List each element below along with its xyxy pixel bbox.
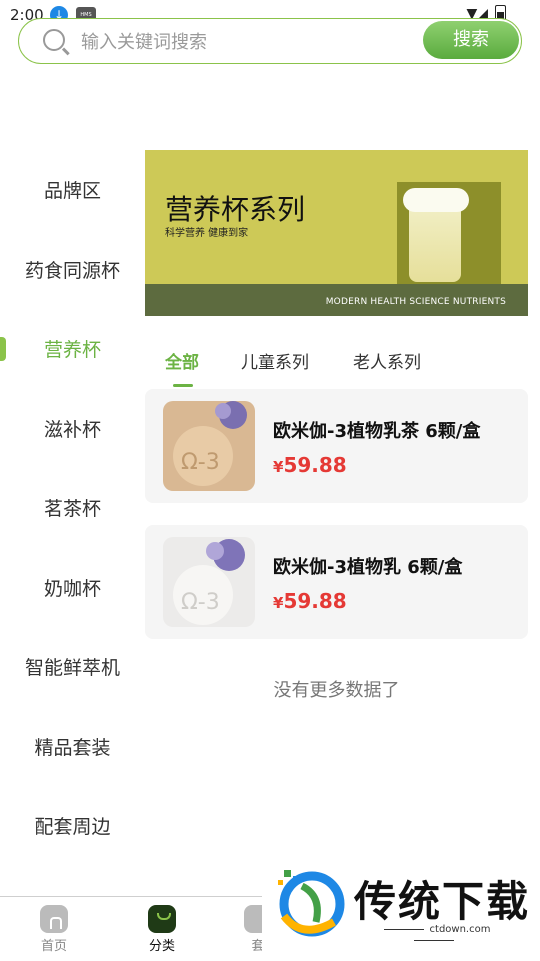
sidebar-item-tea-cup[interactable]: 茗茶杯 [0,468,145,548]
sidebar-item-smart-machine[interactable]: 智能鲜萃机 [0,627,145,707]
sidebar-item-gift-set[interactable]: 精品套装 [0,707,145,787]
omega3-image: Ω-3 [163,537,255,627]
glass-foam [403,188,469,212]
active-indicator [0,337,6,361]
banner-subtitle: 科学营养 健康到家 [165,228,249,239]
series-tabs: 全部 儿童系列 老人系列 [145,336,528,388]
product-name: 欧米伽-3植物乳茶 6颗/盒 [273,421,481,442]
sidebar-item-label: 精品套装 [34,736,111,759]
search-input[interactable] [79,27,423,57]
sidebar-item-label: 品牌区 [43,180,101,203]
sidebar-item-herbal-cup[interactable]: 药食同源杯 [0,230,145,310]
watermark: 传统下载 ctdown.com [262,858,540,960]
search-button[interactable]: 搜索 [423,21,519,59]
sidebar-item-label: 营养杯 [43,339,101,362]
milk-tea-glass-image [397,182,501,284]
sidebar-item-tonic-cup[interactable]: 滋补杯 [0,389,145,469]
watermark-logo [278,870,345,937]
watermark-text: 传统下载 [354,877,531,926]
category-banner[interactable]: 营养杯系列 科学营养 健康到家 MODERN HEALTH SCIENCE NU… [145,150,528,316]
product-image-text: Ω-3 [181,450,220,475]
sidebar-item-label: 智能鲜萃机 [24,657,120,680]
product-price: ¥59.88 [273,589,347,613]
tab-elderly[interactable]: 老人系列 [353,348,421,373]
home-icon [40,905,68,933]
tab-all[interactable]: 全部 [165,348,199,373]
banner-strip: MODERN HEALTH SCIENCE NUTRIENTS [145,284,528,316]
sidebar-item-nutrition-cup[interactable]: 营养杯 [0,309,145,389]
product-name: 欧米伽-3植物乳 6颗/盒 [273,557,463,578]
omega3-image: Ω-3 [163,401,255,491]
search-bar: 搜索 [18,18,522,64]
sidebar-item-label: 滋补杯 [43,418,101,441]
nav-home[interactable]: 首页 [24,905,84,954]
product-card[interactable]: Ω-3 欧米伽-3植物乳茶 6颗/盒 ¥59.88 [145,389,528,503]
banner-title: 营养杯系列 [165,193,306,226]
nav-label: 首页 [40,939,67,954]
glass-body [409,200,461,282]
search-icon [43,29,65,51]
sidebar-item-accessories[interactable]: 配套周边 [0,786,145,866]
sidebar-item-label: 茗茶杯 [43,498,101,521]
tab-children[interactable]: 儿童系列 [241,348,309,373]
product-price: ¥59.88 [273,453,347,477]
sidebar-item-brand[interactable]: 品牌区 [0,150,145,230]
list-end-text: 没有更多数据了 [273,680,400,701]
category-sidebar: 品牌区 药食同源杯 营养杯 滋补杯 茗茶杯 奶咖杯 智能鲜萃机 精品套装 配套周… [0,150,145,866]
product-card[interactable]: Ω-3 欧米伽-3植物乳 6颗/盒 ¥59.88 [145,525,528,639]
sidebar-item-label: 配套周边 [34,816,111,839]
tab-underline [173,384,193,387]
product-image: Ω-3 [163,401,255,491]
nav-category[interactable]: 分类 [132,905,192,954]
sidebar-item-label: 药食同源杯 [24,259,120,282]
banner-strip-text: MODERN HEALTH SCIENCE NUTRIENTS [325,297,506,307]
product-image-text: Ω-3 [181,590,220,615]
sidebar-item-milk-coffee-cup[interactable]: 奶咖杯 [0,548,145,628]
sidebar-item-label: 奶咖杯 [43,577,101,600]
category-icon [148,905,176,933]
product-image: Ω-3 [163,537,255,627]
nav-label: 分类 [148,939,175,954]
watermark-url: ctdown.com [354,924,514,946]
